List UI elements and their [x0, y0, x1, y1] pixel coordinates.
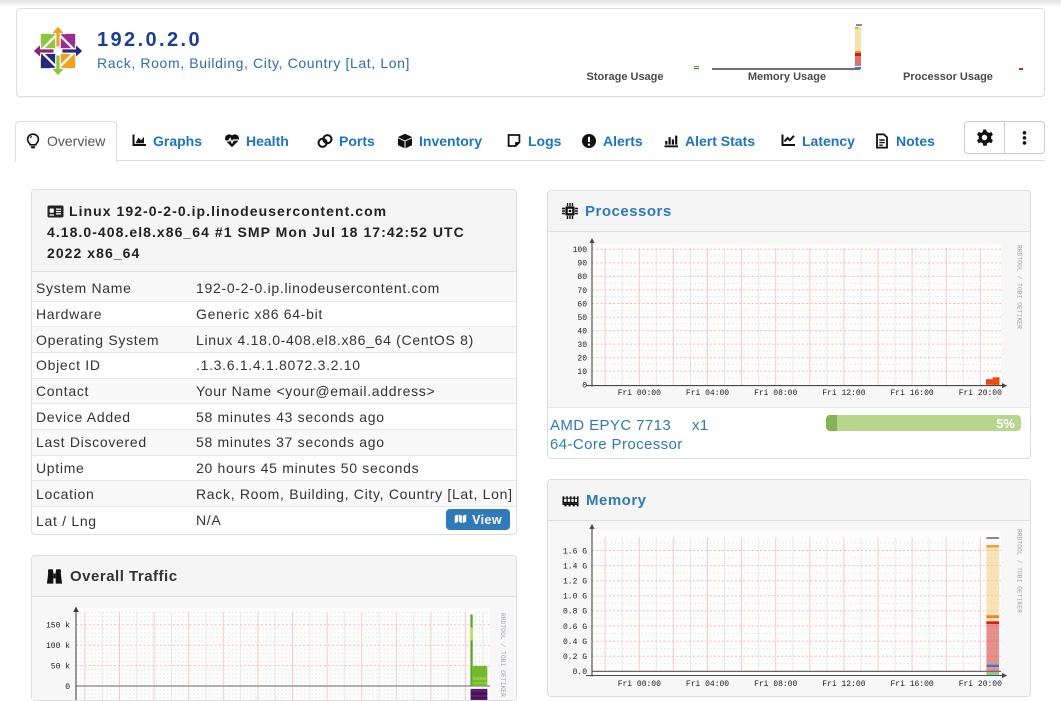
svg-text:50: 50: [577, 314, 587, 323]
svg-text:Fri 12:00: Fri 12:00: [822, 389, 865, 398]
svg-text:1.4 G: 1.4 G: [563, 562, 587, 571]
svg-text:Fri 20:00: Fri 20:00: [959, 389, 1002, 398]
svg-text:Fri 16:00: Fri 16:00: [890, 680, 933, 689]
svg-text:Fri 00:00: Fri 00:00: [618, 680, 661, 689]
svg-text:150 k: 150 k: [46, 622, 70, 631]
svg-text:RRDTOOL / TOBI OETIKER: RRDTOOL / TOBI OETIKER: [1016, 529, 1023, 613]
svg-text:1.6 G: 1.6 G: [563, 547, 587, 556]
svg-text:40: 40: [577, 327, 587, 336]
svg-text:100: 100: [573, 246, 588, 255]
svg-text:0: 0: [65, 683, 70, 692]
svg-text:0.8 G: 0.8 G: [563, 608, 587, 617]
svg-text:Fri 08:00: Fri 08:00: [754, 680, 797, 689]
svg-text:Fri 08:00: Fri 08:00: [754, 389, 797, 398]
svg-text:0: 0: [582, 382, 587, 391]
svg-text:100 k: 100 k: [46, 642, 70, 651]
svg-text:50 k: 50 k: [51, 662, 70, 671]
svg-text:1.2 G: 1.2 G: [563, 578, 587, 587]
svg-text:0.4 G: 0.4 G: [563, 638, 587, 647]
svg-text:0.2 G: 0.2 G: [563, 653, 587, 662]
svg-text:Fri 20:00: Fri 20:00: [959, 680, 1002, 689]
svg-text:Fri 04:00: Fri 04:00: [686, 680, 729, 689]
svg-text:10: 10: [577, 368, 587, 377]
svg-text:Fri 12:00: Fri 12:00: [822, 680, 865, 689]
svg-text:90: 90: [577, 260, 587, 269]
svg-text:Fri 04:00: Fri 04:00: [686, 389, 729, 398]
svg-text:80: 80: [577, 273, 587, 282]
svg-text:RRDTOOL / TOBI OETIKER: RRDTOOL / TOBI OETIKER: [1016, 245, 1023, 329]
svg-text:Fri 00:00: Fri 00:00: [618, 389, 661, 398]
svg-text:0.6 G: 0.6 G: [563, 623, 587, 632]
svg-text:Fri 16:00: Fri 16:00: [890, 389, 933, 398]
svg-text:70: 70: [577, 287, 587, 296]
svg-text:60: 60: [577, 300, 587, 309]
svg-text:RRDTOOL / TOBI OETIKER: RRDTOOL / TOBI OETIKER: [499, 613, 506, 697]
svg-text:0.0: 0.0: [573, 668, 588, 677]
svg-text:20: 20: [577, 355, 587, 364]
svg-text:1.0 G: 1.0 G: [563, 593, 587, 602]
svg-text:30: 30: [577, 341, 587, 350]
